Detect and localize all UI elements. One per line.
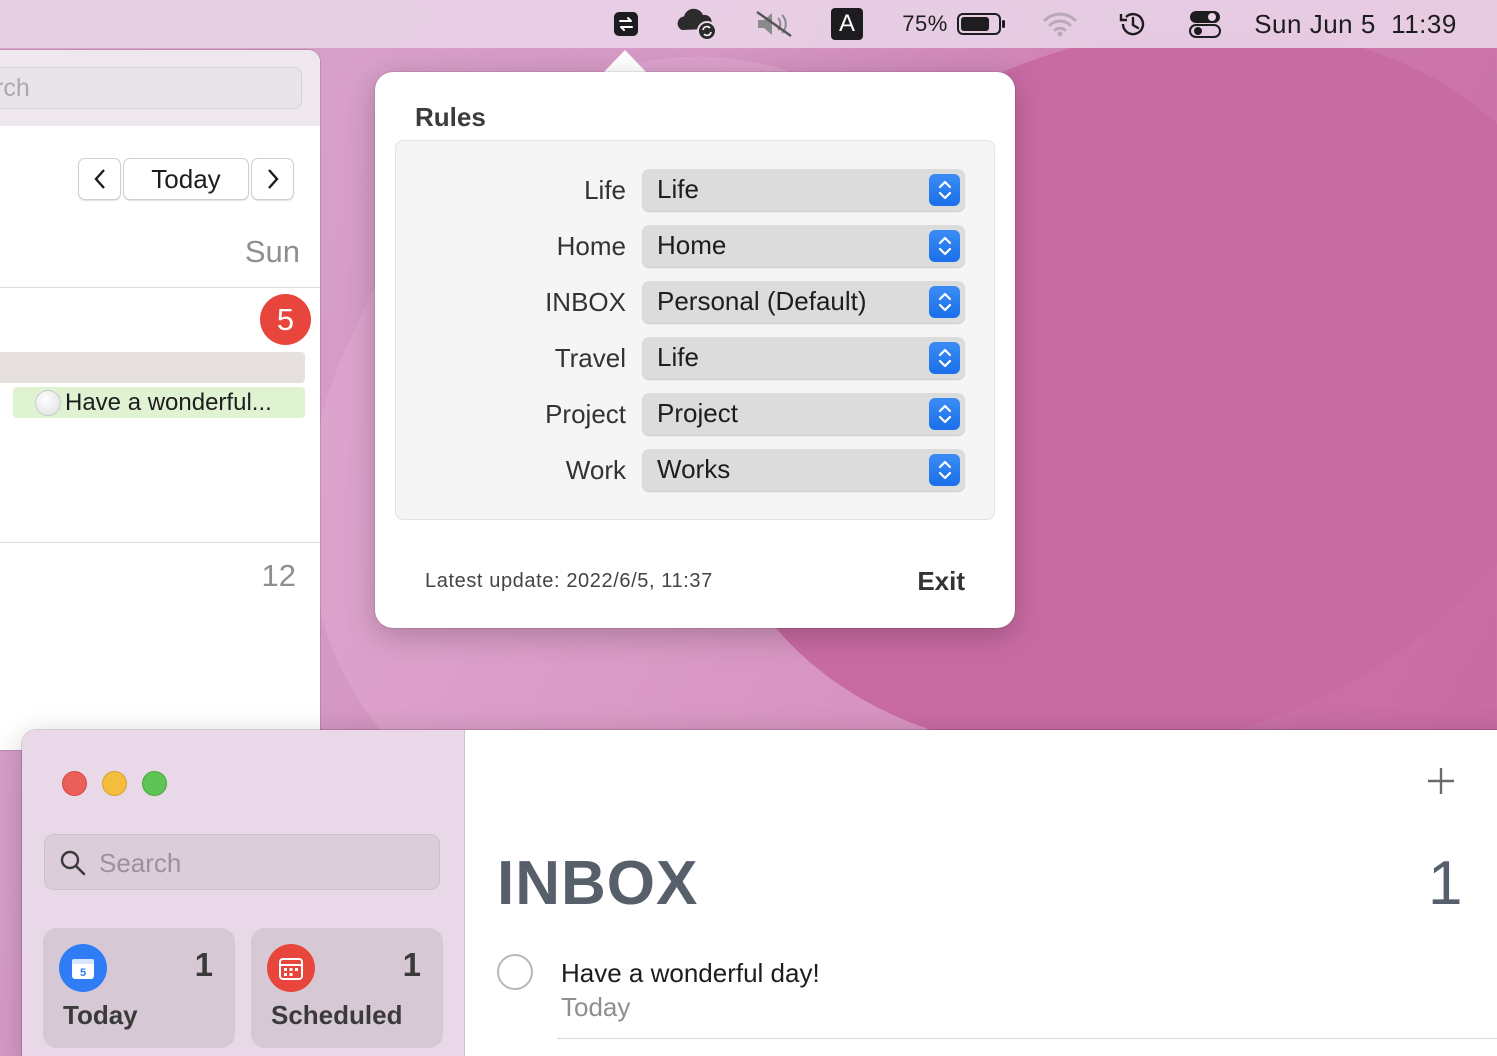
rule-row-travel: Travel Life [396, 337, 996, 379]
add-reminder-button[interactable] [1426, 760, 1456, 804]
smart-list-label: Scheduled [271, 1000, 403, 1030]
rule-select-value: Personal (Default) [657, 286, 867, 316]
rule-row-life: Life Life [396, 169, 996, 211]
reminder-checkbox[interactable] [497, 954, 533, 990]
input-source-letter: A [831, 8, 863, 40]
rule-label: INBOX [545, 287, 626, 317]
menu-bar: A 75% Sun Jun 5 11:39 [0, 0, 1497, 48]
close-window-button[interactable] [62, 771, 87, 796]
calendar-toolbar: rch [0, 50, 320, 126]
rule-row-inbox: INBOX Personal (Default) [396, 281, 996, 323]
sync-app-menu-icon[interactable] [610, 0, 642, 48]
rule-row-home: Home Home [396, 225, 996, 267]
search-icon [60, 850, 86, 876]
updown-chevron-icon [929, 398, 960, 430]
calendar-event-title: Have a wonderful... [65, 389, 272, 416]
updown-chevron-icon [929, 342, 960, 374]
rule-select-life[interactable]: Life [642, 169, 965, 211]
rule-label: Life [584, 175, 626, 205]
input-source-icon[interactable]: A [830, 0, 864, 48]
updown-chevron-icon [929, 230, 960, 262]
time-machine-icon[interactable] [1115, 0, 1151, 48]
battery-icon[interactable] [955, 0, 1009, 48]
list-title: INBOX [497, 849, 699, 918]
chevron-left-icon [93, 169, 105, 189]
calendar-day-header: Sun [244, 234, 300, 269]
minimize-window-button[interactable] [102, 771, 127, 796]
list-count: 1 [1428, 849, 1463, 918]
rule-select-value: Life [657, 174, 699, 204]
rule-select-value: Works [657, 454, 731, 484]
cloud-sync-icon[interactable] [672, 0, 720, 48]
calendar-today-button[interactable]: Today [123, 158, 249, 200]
smart-list-count: 1 [194, 946, 213, 983]
popover-title: Rules [415, 102, 486, 132]
rule-select-inbox[interactable]: Personal (Default) [642, 281, 965, 323]
rules-popover: Rules Life Life Home Home INBOX Personal… [375, 72, 1015, 628]
calendar-event[interactable]: Have a wonderful... [13, 387, 305, 418]
updown-chevron-icon [929, 286, 960, 318]
smart-list-today[interactable]: 5 1 Today [43, 928, 235, 1048]
reminder-due-date: Today [561, 992, 631, 1022]
calendar-prev-button[interactable] [78, 158, 121, 200]
rule-label: Home [556, 231, 626, 261]
chevron-right-icon [267, 169, 279, 189]
wifi-icon[interactable] [1040, 0, 1080, 48]
battery-percent: 75% [902, 11, 948, 36]
updown-chevron-icon [929, 454, 960, 486]
rules-list: Life Life Home Home INBOX Personal (Defa… [395, 140, 995, 520]
smart-list-scheduled[interactable]: 1 Scheduled [251, 928, 443, 1048]
reminders-window: Search 5 1 Today 1 Scheduled INBOX 1 Hav… [22, 730, 1497, 1056]
rule-label: Travel [554, 343, 626, 373]
reminder-dot-icon [35, 390, 61, 416]
calendar-today-badge[interactable]: 5 [260, 294, 311, 345]
plus-icon [1428, 768, 1454, 794]
calendar-today-icon: 5 [59, 944, 107, 992]
calendar-search-field[interactable]: rch [0, 67, 302, 109]
popover-arrow [603, 50, 647, 73]
volume-muted-icon[interactable] [752, 0, 796, 48]
updown-chevron-icon [929, 174, 960, 206]
calendar-next-button[interactable] [251, 158, 294, 200]
rule-select-value: Home [657, 230, 727, 260]
divider [0, 542, 320, 543]
exit-button[interactable]: Exit [917, 566, 965, 597]
calendar-icon-day: 5 [80, 967, 86, 979]
menubar-time[interactable]: 11:39 [1384, 0, 1464, 48]
rule-select-project[interactable]: Project [642, 393, 965, 435]
reminders-search-field[interactable]: Search [44, 834, 440, 890]
divider [0, 287, 320, 288]
rule-select-travel[interactable]: Life [642, 337, 965, 379]
calendar-date-cell[interactable]: 12 [262, 558, 296, 594]
rule-row-work: Work Works [396, 449, 996, 491]
calendar-window: rch Today Sun 5 Have a wonderful... 12 [0, 50, 320, 750]
search-placeholder: Search [99, 848, 182, 878]
rule-select-value: Project [657, 398, 738, 428]
rule-label: Project [545, 399, 626, 429]
rule-select-home[interactable]: Home [642, 225, 965, 267]
calendar-scheduled-icon [267, 944, 315, 992]
rule-row-project: Project Project [396, 393, 996, 435]
reminder-title[interactable]: Have a wonderful day! [561, 958, 820, 989]
calendar-allday-bar[interactable] [0, 352, 305, 383]
divider [557, 1038, 1497, 1039]
rule-select-work[interactable]: Works [642, 449, 965, 491]
smart-list-label: Today [63, 1000, 138, 1030]
rule-select-value: Life [657, 342, 699, 372]
smart-list-count: 1 [402, 946, 421, 983]
reminders-sidebar: Search 5 1 Today 1 Scheduled [22, 730, 465, 1056]
zoom-window-button[interactable] [142, 771, 167, 796]
control-center-icon[interactable] [1185, 0, 1225, 48]
menubar-date[interactable]: Sun Jun 5 [1250, 0, 1380, 48]
latest-update-text: Latest update: 2022/6/5, 11:37 [425, 570, 713, 592]
rule-label: Work [565, 455, 626, 485]
